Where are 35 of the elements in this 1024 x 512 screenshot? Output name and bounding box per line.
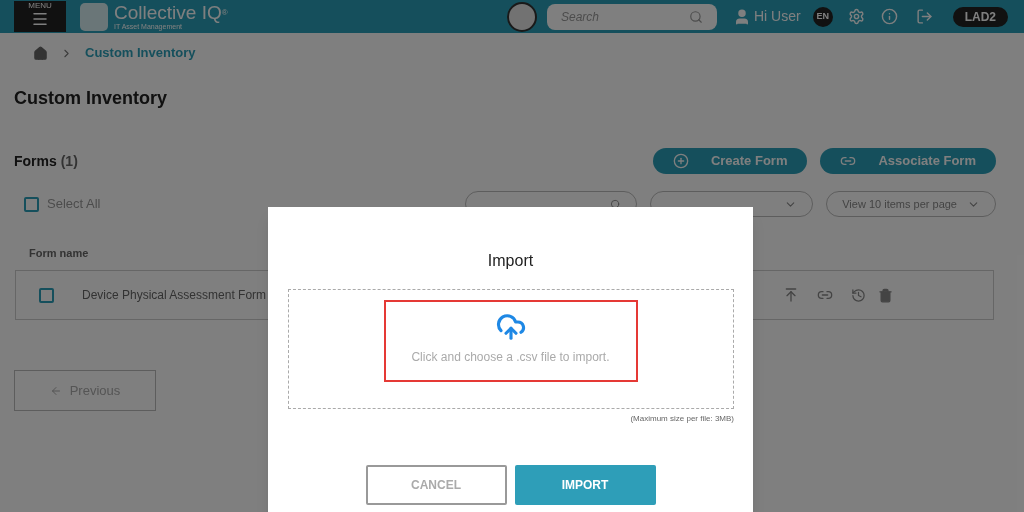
file-picker[interactable]: Click and choose a .csv file to import. — [383, 300, 638, 382]
action-button[interactable]: Associate Form — [820, 148, 996, 174]
info-icon[interactable] — [880, 8, 898, 25]
upload-icon[interactable] — [783, 287, 799, 303]
menu-button[interactable]: MENU — [14, 1, 66, 32]
dialog-title: Import — [487, 251, 534, 271]
search-icon — [689, 9, 703, 24]
home-icon[interactable] — [33, 45, 48, 61]
user-greeting: Hi User — [754, 7, 801, 26]
column-header: Form name — [29, 247, 89, 259]
history-icon[interactable] — [851, 287, 866, 303]
plus-icon — [672, 153, 689, 169]
form-name-cell-text: Device Physical Assessment Form — [82, 287, 267, 304]
arrow-left-icon — [49, 384, 62, 397]
language-button[interactable]: EN — [812, 6, 833, 27]
tenant-badge[interactable]: LAD2 — [952, 6, 1008, 27]
page-title: Custom Inventory — [14, 87, 169, 110]
menu-icon — [31, 10, 49, 28]
brand-name: Collective IQ$^{®}$ — [114, 2, 228, 23]
avatar[interactable] — [507, 1, 537, 32]
drop-zone[interactable]: Click and choose a .csv file to import. — [287, 289, 734, 409]
checkbox[interactable] — [39, 287, 54, 303]
settings-icon[interactable] — [847, 8, 865, 25]
cancel-button[interactable]: CANCEL — [365, 465, 507, 505]
trash-icon[interactable] — [878, 287, 893, 303]
cloud-upload-icon — [495, 312, 526, 342]
forms-heading: Forms (1) — [14, 151, 78, 171]
user-icon — [733, 7, 751, 26]
drop-instructions: Click and choose a .csv file to import. — [411, 349, 610, 366]
logout-icon[interactable] — [915, 8, 933, 25]
import-button[interactable]: IMPORT — [514, 465, 656, 505]
breadcrumb-link[interactable]: Custom Inventory — [85, 43, 196, 63]
action-button[interactable]: Create Form — [652, 148, 808, 174]
size-note: (Maximum size per file: 3MB) — [630, 413, 734, 425]
checkbox[interactable] — [24, 196, 39, 212]
